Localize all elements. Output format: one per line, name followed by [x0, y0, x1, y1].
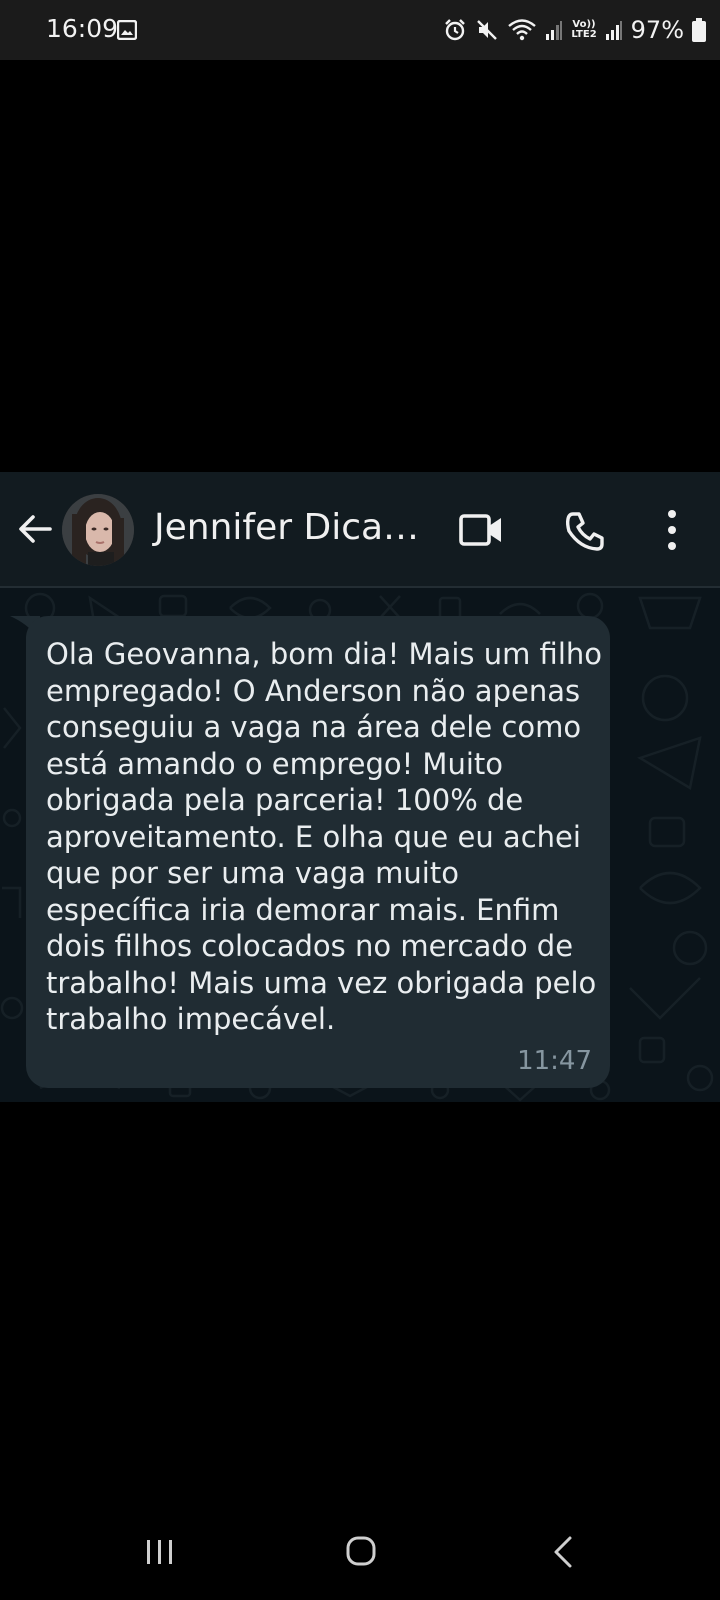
message-text: Ola Geovanna, bom dia! Mais um filho emp… [46, 637, 602, 1036]
lte-label-bottom: LTE2 [571, 29, 597, 40]
signal-icon [605, 21, 622, 40]
contact-name[interactable]: Jennifer Dica… [154, 507, 419, 548]
avatar-image [62, 494, 134, 566]
chat-body[interactable]: Ola Geovanna, bom dia! Mais um filho emp… [0, 588, 720, 1102]
video-call-icon[interactable] [458, 510, 504, 550]
empty-area-top [0, 60, 720, 472]
message-bubble[interactable]: Ola Geovanna, bom dia! Mais um filho emp… [26, 616, 610, 1088]
mute-icon [477, 20, 498, 40]
lte-indicator: Vo)) LTE2 [571, 20, 596, 40]
battery-percent: 97% [630, 16, 684, 44]
wifi-icon [508, 19, 537, 41]
image-icon [117, 20, 137, 40]
status-time: 16:09 [46, 14, 119, 43]
more-vert-icon[interactable] [660, 508, 684, 552]
alarm-icon [445, 19, 466, 41]
back-arrow-icon[interactable] [16, 510, 54, 548]
avatar[interactable] [62, 494, 134, 566]
phone-icon[interactable] [564, 510, 606, 552]
chat-header: Jennifer Dica… [0, 472, 720, 588]
signal-icon [546, 21, 563, 40]
empty-area-bottom [0, 1102, 720, 1500]
home-icon[interactable] [340, 1530, 384, 1574]
status-icons: Vo)) LTE2 97% [443, 14, 706, 46]
status-bar: 16:09 Vo)) LTE2 97% [0, 0, 720, 60]
message-time: 11:47 [517, 1046, 592, 1076]
battery-icon [692, 18, 706, 42]
navigation-bar [0, 1500, 720, 1600]
recents-icon[interactable] [140, 1532, 180, 1572]
back-icon[interactable] [544, 1530, 584, 1574]
